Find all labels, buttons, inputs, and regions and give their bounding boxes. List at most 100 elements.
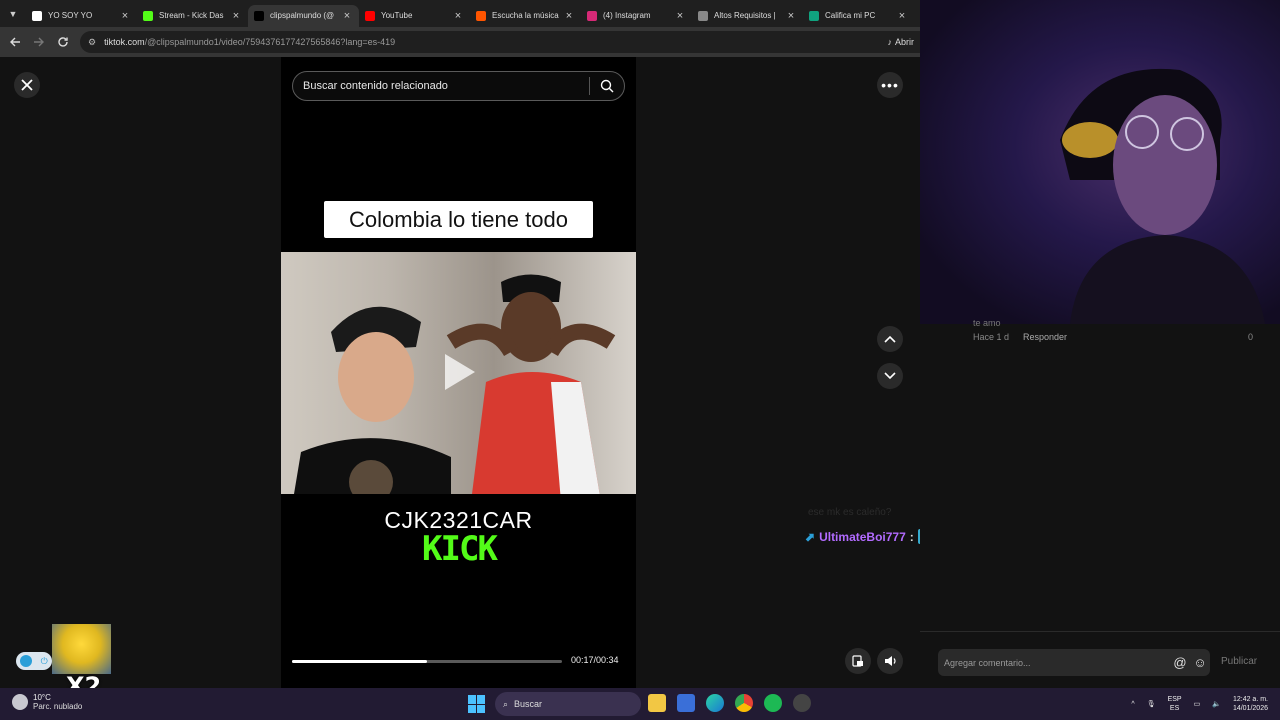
clock[interactable]: 12:42 a. m. 14/01/2026	[1233, 695, 1268, 713]
comment-text-partial: te amo	[973, 318, 1001, 328]
chevron-down-icon	[884, 372, 896, 380]
search-icon	[600, 79, 614, 93]
search-input[interactable]	[303, 80, 589, 92]
browser-tab[interactable]: YouTube ×	[359, 5, 470, 27]
chat-message-faded: ese mk es caleño?	[808, 507, 892, 518]
video-caption: Colombia lo tiene todo	[324, 201, 593, 238]
address-bar[interactable]: ⚙ tiktok.com/@clipspalmundo1/video/75943…	[80, 31, 920, 53]
app-icon[interactable]	[793, 694, 811, 712]
tab-title: (4) Instagram	[603, 11, 651, 20]
chatgpt-icon	[809, 10, 819, 21]
site-icon	[698, 10, 708, 21]
reload-icon	[58, 37, 68, 47]
chrome-icon[interactable]	[735, 694, 753, 712]
globe-icon	[32, 10, 42, 21]
video-time: 00:17/00:34	[571, 655, 619, 665]
store-icon[interactable]	[677, 694, 695, 712]
next-video-button[interactable]	[877, 363, 903, 389]
kick-icon	[143, 10, 153, 21]
weather-description: Parc. nublado	[33, 702, 83, 711]
spotify-icon[interactable]	[764, 694, 782, 712]
weather-icon	[12, 694, 28, 710]
browser-tab[interactable]: YO SOY YO ×	[26, 5, 137, 27]
taskbar-search[interactable]: ⌕ Buscar	[495, 692, 641, 716]
url-domain: tiktok.com	[104, 37, 145, 47]
search-icon: ⌕	[503, 698, 509, 709]
start-tile	[468, 695, 476, 704]
browser-tab[interactable]: clipspalmundo (@ ×	[248, 4, 359, 27]
close-tab-icon[interactable]: ×	[896, 10, 908, 22]
clock-date: 14/01/2026	[1232, 705, 1268, 712]
tab-title: clipspalmundo (@	[270, 11, 335, 20]
chat-username: UltimateBoi777	[819, 529, 906, 544]
browser-tab[interactable]: Califica mi PC ×	[803, 5, 914, 27]
taskbar-search-label: Buscar	[514, 699, 543, 709]
windows-start-button[interactable]	[468, 695, 486, 713]
reply-link[interactable]: Responder	[1023, 332, 1067, 342]
widget-pill[interactable]: ⏻	[16, 652, 52, 670]
volume-icon[interactable]: 🔈	[1212, 700, 1221, 709]
video-player[interactable]: Colombia lo tiene todo CJK2321CAR KICK 0…	[281, 57, 636, 688]
close-button[interactable]	[14, 72, 40, 98]
browser-tab[interactable]: Altos Requisitos | ×	[692, 5, 803, 27]
system-tray: ^ 🎙 ESP ES ▭ 🔈 12:42 a. m. 14/01/2026	[1119, 688, 1268, 720]
browser-tab[interactable]: (4) Instagram ×	[581, 5, 692, 27]
publish-button[interactable]: Publicar	[1221, 656, 1257, 667]
microphone-icon[interactable]: 🎙	[1147, 700, 1156, 709]
related-search-bar	[292, 71, 625, 101]
comments-panel: te amo Hace 1 d Responder 0	[920, 318, 1280, 631]
close-tab-icon[interactable]: ×	[452, 10, 464, 22]
forward-button[interactable]	[27, 30, 51, 54]
webcam-overlay	[920, 0, 1280, 324]
comment-input[interactable]	[944, 657, 1170, 668]
chat-badge-icon: ⬈	[805, 529, 816, 544]
picture-in-picture-button[interactable]	[845, 648, 871, 674]
pip-icon	[852, 655, 863, 667]
volume-icon	[884, 656, 896, 666]
clock-time: 12:42 a. m.	[1232, 696, 1268, 703]
progress-fill	[292, 660, 427, 663]
close-tab-icon[interactable]: ×	[563, 10, 575, 22]
close-tab-icon[interactable]: ×	[785, 10, 797, 22]
tab-search-icon[interactable]: ▼	[0, 0, 26, 27]
volume-button[interactable]	[877, 648, 903, 674]
site-info-icon[interactable]: ⚙	[88, 37, 96, 48]
tab-title: Califica mi PC	[825, 11, 876, 20]
tiktok-video-page: Colombia lo tiene todo CJK2321CAR KICK 0…	[0, 57, 952, 688]
close-tab-icon[interactable]: ×	[119, 10, 131, 22]
tiktok-icon: ♪	[887, 37, 892, 47]
browser-tab[interactable]: Escucha la música ×	[470, 5, 581, 27]
start-tile	[477, 695, 485, 704]
open-in-app-button[interactable]: ♪ Abrir	[881, 31, 920, 53]
close-tab-icon[interactable]: ×	[674, 10, 686, 22]
tab-title: YO SOY YO	[48, 11, 93, 20]
browser-tab[interactable]: Stream - Kick Das ×	[137, 5, 248, 27]
more-options-button[interactable]: •••	[877, 72, 903, 98]
progress-bar[interactable]	[292, 660, 562, 663]
search-button[interactable]	[590, 72, 624, 100]
chevron-up-icon[interactable]: ^	[1131, 700, 1134, 709]
video-frame[interactable]	[281, 252, 636, 494]
tab-title: Stream - Kick Das	[159, 11, 224, 20]
language-top: ESP	[1167, 696, 1182, 703]
arrow-icon	[20, 655, 33, 667]
reload-button[interactable]	[51, 30, 75, 54]
weather-widget[interactable]: 10°C Parc. nublado	[12, 693, 82, 711]
close-tab-icon[interactable]: ×	[230, 10, 242, 22]
language-indicator[interactable]: ESP ES	[1168, 695, 1182, 713]
emoji-icon[interactable]: ☺	[1190, 655, 1210, 670]
power-icon: ⏻	[40, 655, 48, 666]
edge-icon[interactable]	[706, 694, 724, 712]
tab-title: Escucha la música	[492, 11, 559, 20]
language-bottom: ES	[1169, 705, 1180, 712]
back-button[interactable]	[3, 30, 27, 54]
streamer-illustration	[1060, 68, 1265, 324]
mention-icon[interactable]: @	[1170, 655, 1190, 670]
close-tab-icon[interactable]: ×	[341, 10, 353, 22]
file-explorer-icon[interactable]	[648, 694, 666, 712]
network-icon[interactable]: ▭	[1194, 700, 1201, 709]
play-icon[interactable]	[441, 352, 477, 392]
tiktok-icon	[254, 10, 264, 21]
previous-video-button[interactable]	[877, 326, 903, 352]
tab-strip: ▼ YO SOY YO × Stream - Kick Das × clipspalmu…	[0, 0, 920, 27]
